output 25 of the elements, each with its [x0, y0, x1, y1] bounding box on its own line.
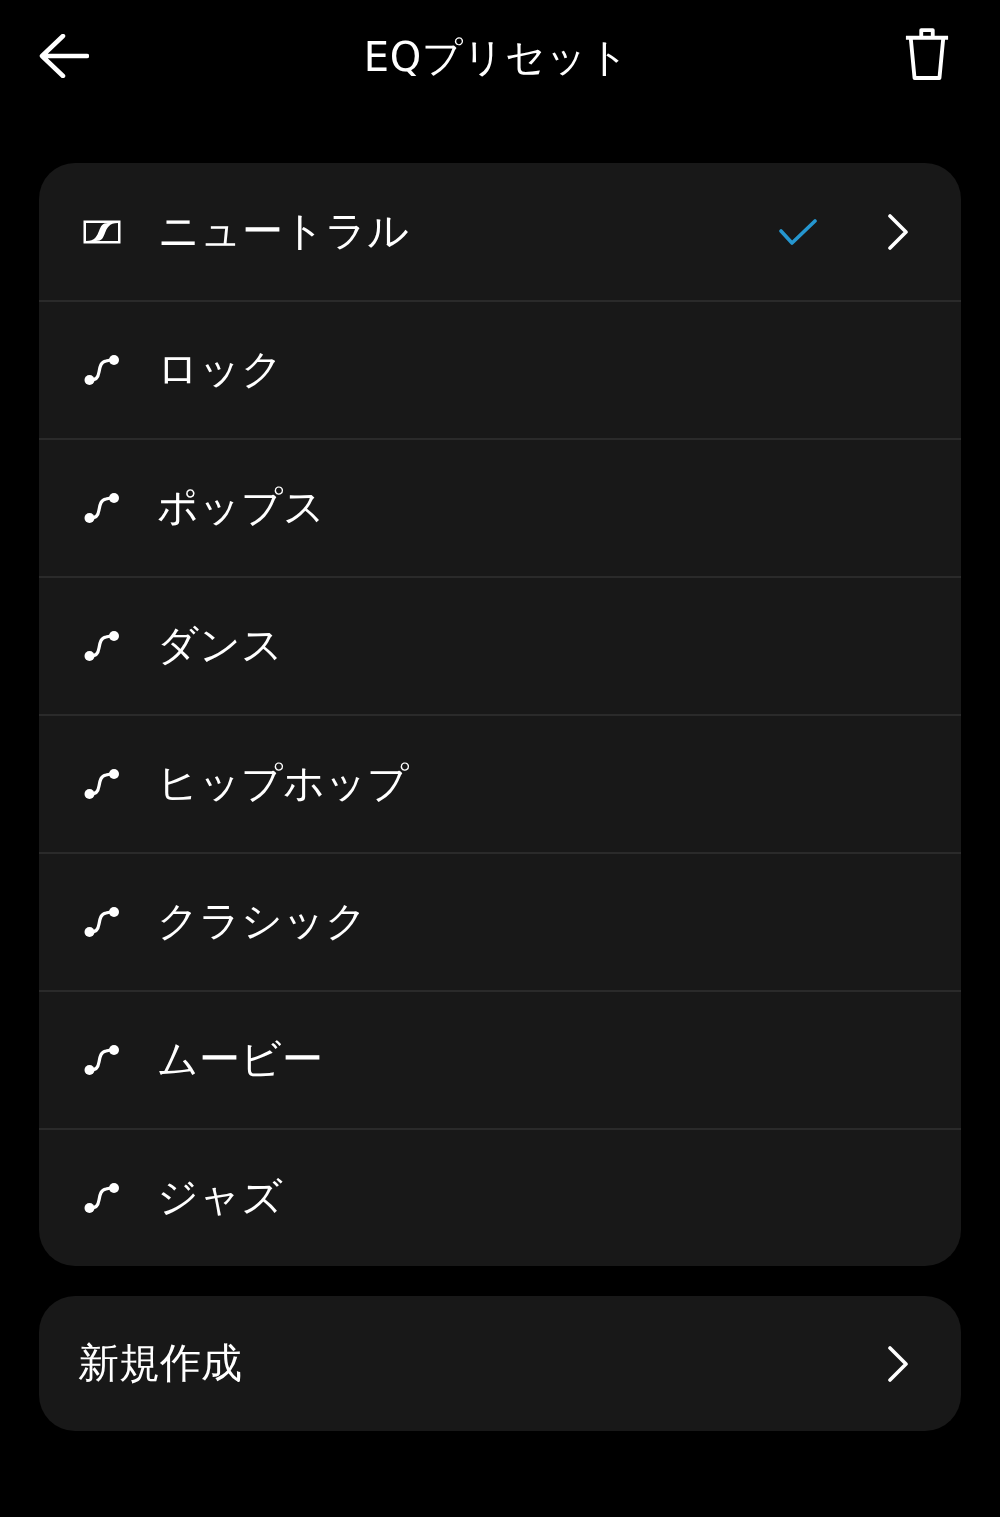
preset-row[interactable]: ポップス [39, 438, 961, 576]
curve-icon [84, 354, 120, 386]
back-button[interactable] [39, 34, 89, 78]
curve-icon [84, 630, 120, 662]
new-preset-button[interactable]: 新規作成 [39, 1296, 961, 1431]
preset-row[interactable]: ジャズ [39, 1128, 961, 1266]
delete-button[interactable] [904, 28, 950, 80]
curve-icon [84, 906, 120, 938]
preset-row[interactable]: ムービー [39, 990, 961, 1128]
logo-icon [82, 218, 122, 245]
chevron-right-icon [887, 213, 909, 250]
checkmark-icon [779, 218, 817, 245]
trash-icon [904, 28, 950, 80]
preset-row[interactable]: ヒップホップ [39, 714, 961, 852]
chevron-right-icon [887, 1345, 909, 1382]
preset-row[interactable]: ニュートラル [39, 163, 961, 300]
curve-icon [84, 768, 120, 800]
back-arrow-icon [39, 34, 89, 78]
preset-row[interactable]: ダンス [39, 576, 961, 714]
preset-row[interactable]: ロック [39, 300, 961, 438]
curve-icon [84, 492, 120, 524]
screen-title: EQプリセット [363, 33, 630, 81]
curve-icon [84, 1044, 120, 1076]
curve-icon [84, 1182, 120, 1214]
preset-row[interactable]: クラシック [39, 852, 961, 990]
